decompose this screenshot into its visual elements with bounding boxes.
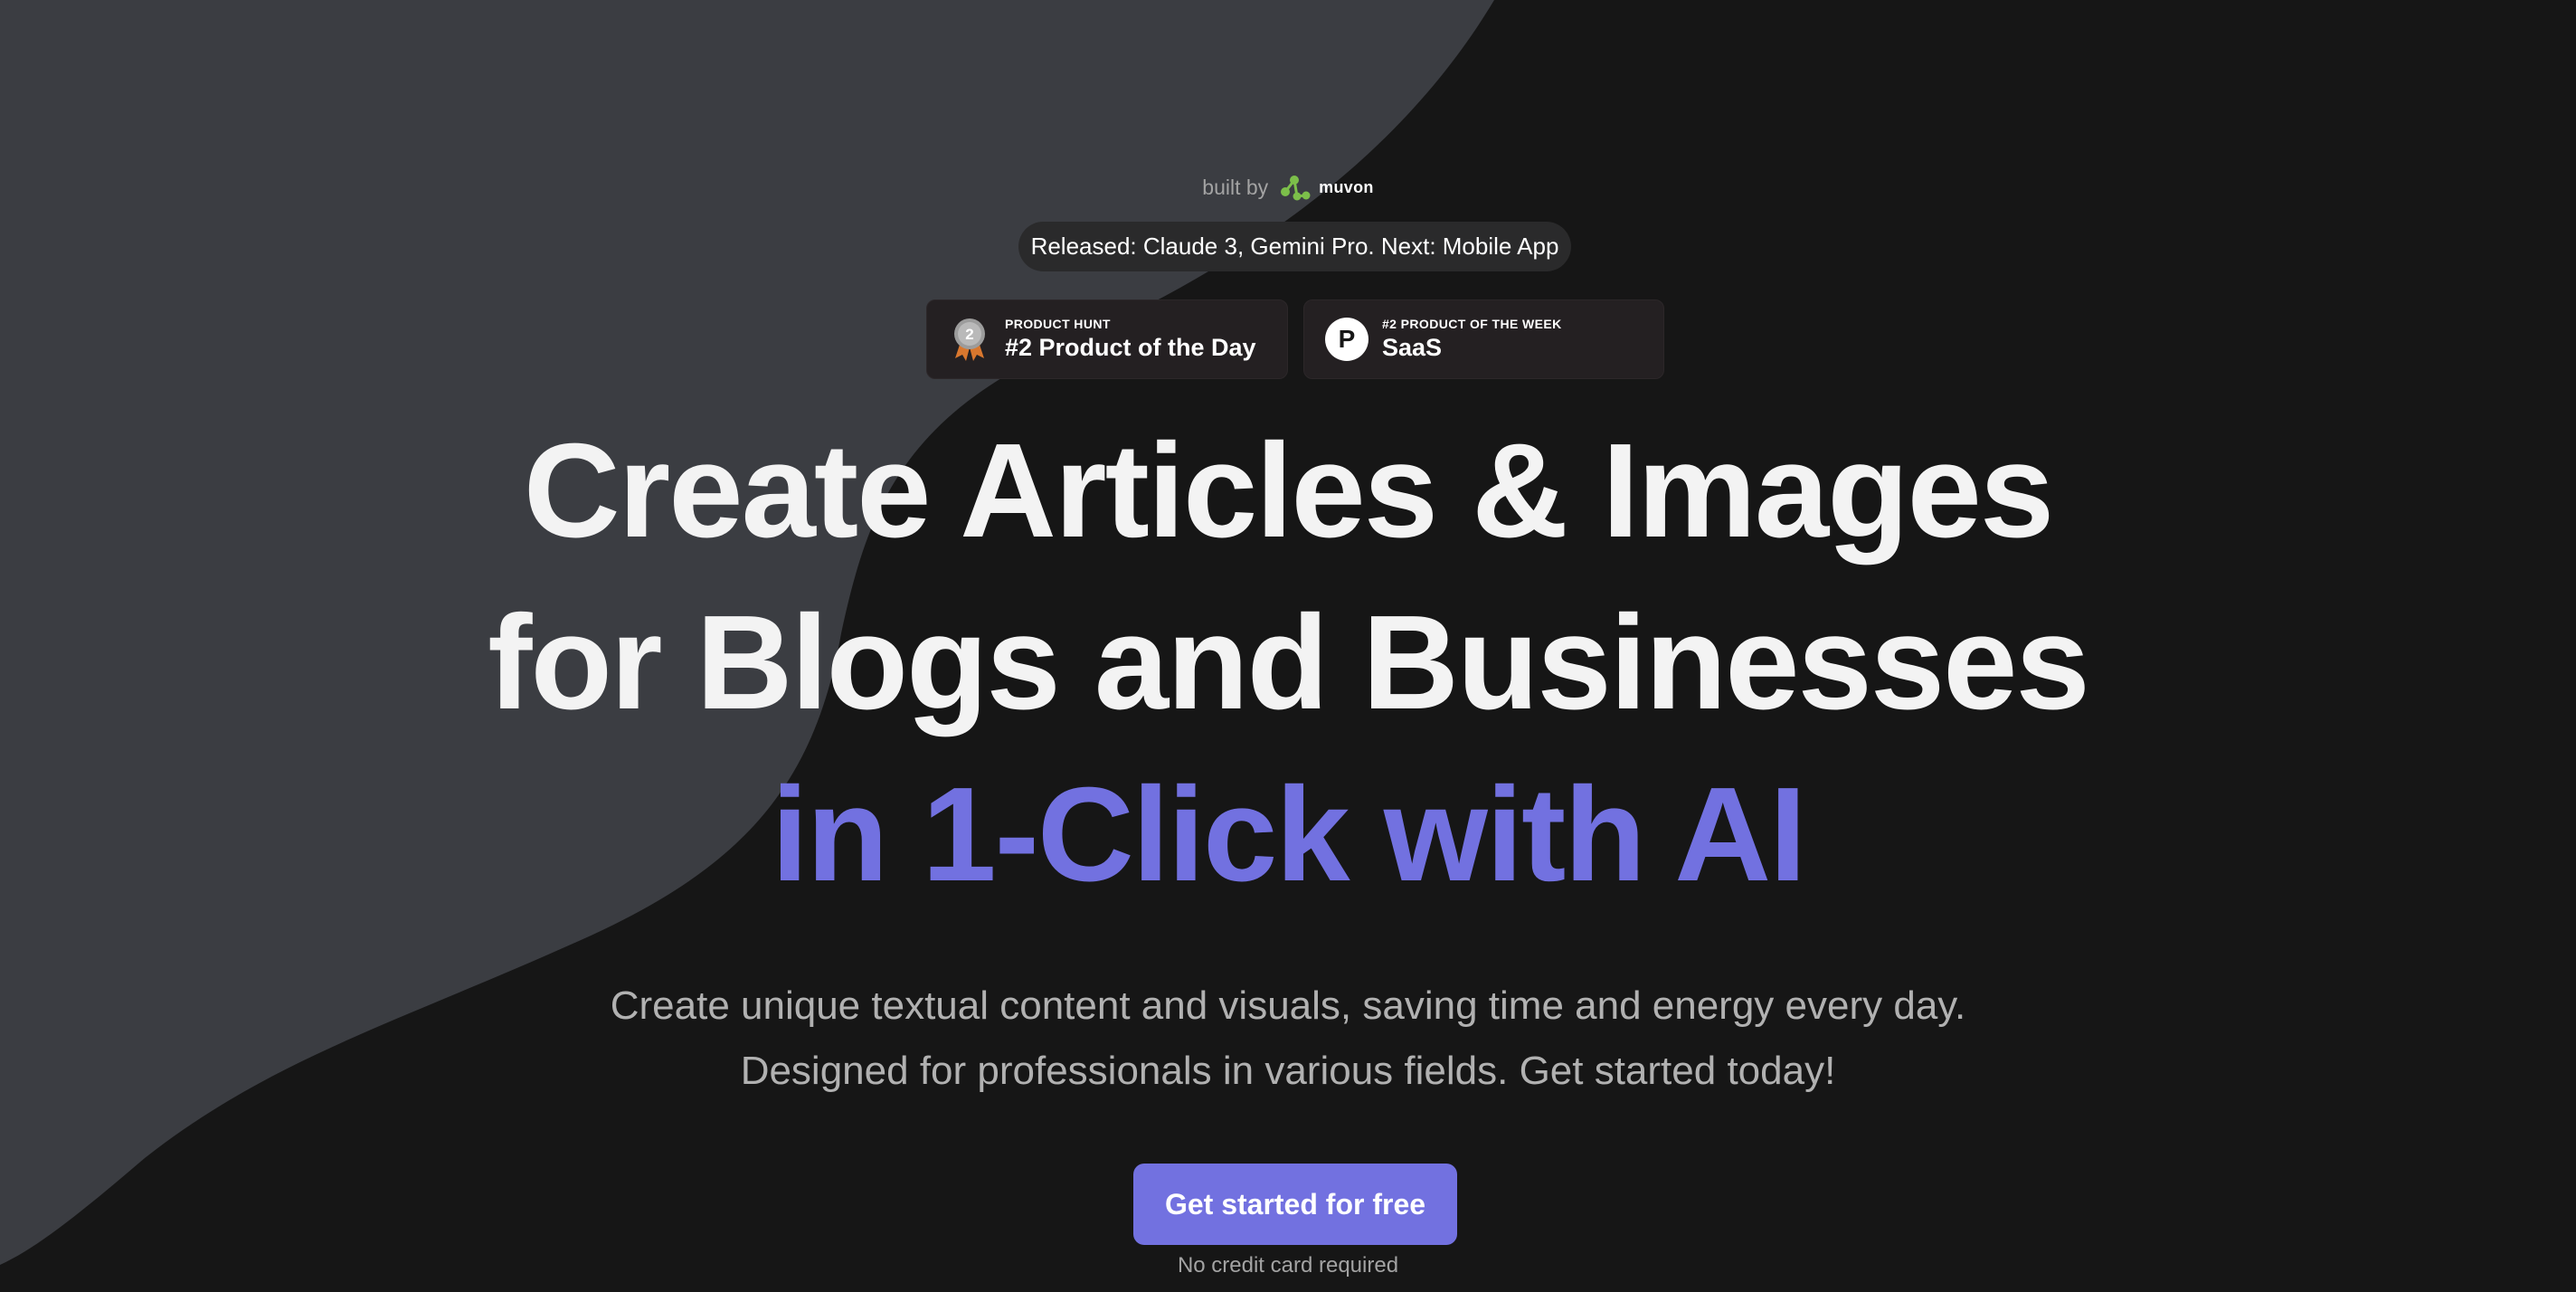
headline-line-1: Create Articles & Images — [523, 416, 2054, 565]
headline-line-3-accent: in 1-Click with AI — [771, 760, 1807, 909]
hero-section: built by muvon Released: Claude 3, Gemin… — [0, 0, 2576, 1292]
product-hunt-week-badge[interactable]: P #2 PRODUCT OF THE WEEK SaaS — [1303, 299, 1664, 379]
built-by-prefix: built by — [1202, 176, 1269, 199]
muvon-logo-link[interactable]: muvon — [1277, 172, 1374, 203]
badge-title: #2 Product of the Day — [1005, 334, 1256, 361]
producthunt-icon: P — [1324, 317, 1369, 362]
subheading-line-2: Designed for professionals in various fi… — [740, 1049, 1836, 1093]
badge-title: SaaS — [1382, 334, 1443, 361]
medal-number: 2 — [965, 326, 973, 343]
get-started-button[interactable]: Get started for free — [1133, 1164, 1457, 1245]
product-hunt-day-badge[interactable]: 2 PRODUCT HUNT #2 Product of the Day — [926, 299, 1288, 379]
landing-page: built by muvon Released: Claude 3, Gemin… — [0, 0, 2576, 1292]
badge-text: PRODUCT HUNT #2 Product of the Day — [1005, 316, 1256, 363]
badge-kicker: #2 PRODUCT OF THE WEEK — [1382, 317, 1562, 331]
subheading-line-1: Create unique textual content and visual… — [610, 983, 1966, 1028]
muvon-brand-name: muvon — [1319, 178, 1374, 196]
release-announcement-pill[interactable]: Released: Claude 3, Gemini Pro. Next: Mo… — [1018, 222, 1571, 271]
built-by-line: built by muvon — [0, 172, 2576, 203]
badge-text: #2 PRODUCT OF THE WEEK SaaS — [1382, 316, 1562, 363]
headline-line-2: for Blogs and Businesses — [488, 588, 2090, 737]
no-credit-card-note: No credit card required — [1177, 1253, 1399, 1278]
muvon-logo-icon — [1281, 176, 1311, 201]
medal-icon: 2 — [947, 317, 992, 362]
badge-kicker: PRODUCT HUNT — [1005, 317, 1111, 331]
producthunt-letter: P — [1339, 325, 1356, 353]
